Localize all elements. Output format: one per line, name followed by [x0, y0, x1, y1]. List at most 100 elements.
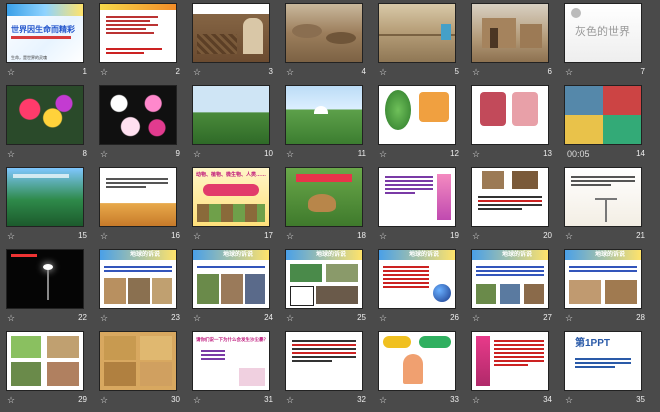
slide-number: 2 [175, 67, 180, 76]
slide-thumbnail-29[interactable]: ☆ 29 [4, 330, 98, 412]
slide-preview [379, 86, 455, 144]
star-icon[interactable]: ☆ [565, 66, 573, 78]
star-icon[interactable]: ☆ [472, 312, 480, 324]
star-icon[interactable]: ☆ [565, 230, 573, 242]
slide-thumbnail-17[interactable]: 动物、植物、微生物、人类…… ☆ 17 [190, 166, 284, 248]
slide-thumbnail-32[interactable]: ☆ 32 [283, 330, 377, 412]
star-icon[interactable]: ☆ [193, 230, 201, 242]
slide-number: 7 [640, 67, 645, 76]
star-icon[interactable]: ☆ [472, 148, 480, 160]
slide-number: 9 [175, 149, 180, 158]
slide-thumbnail-20[interactable]: ☆ 20 [469, 166, 563, 248]
star-icon[interactable]: ☆ [565, 394, 573, 406]
slide-thumbnail-24[interactable]: 地球的诉说 ☆ 24 [190, 248, 284, 330]
slide-thumbnail-8[interactable]: ☆ 8 [4, 84, 98, 166]
slide-thumbnail-7[interactable]: 灰色的世界 ☆ 7 [562, 2, 656, 84]
slide-thumbnail-11[interactable]: ☆ 11 [283, 84, 377, 166]
slide-meta: ☆ 20 [472, 230, 552, 242]
star-icon[interactable]: ☆ [379, 230, 387, 242]
star-icon[interactable]: ☆ [286, 394, 294, 406]
slide-number: 27 [543, 313, 552, 322]
slide-thumbnail-5[interactable]: ☆ 5 [376, 2, 470, 84]
slide-thumbnail-13[interactable]: ☆ 13 [469, 84, 563, 166]
star-icon[interactable]: ☆ [472, 230, 480, 242]
slide-thumbnail-21[interactable]: ☆ 21 [562, 166, 656, 248]
slide-meta: ☆ 29 [7, 394, 87, 406]
star-icon[interactable]: ☆ [193, 66, 201, 78]
slide-thumbnail-30[interactable]: ☆ 30 [97, 330, 191, 412]
slide-sorter-grid: 世界因生命而精彩 生命，是世界的灵魂 ☆ 1 ☆ 2 ☆ 3 ☆ 4 ☆ 5 ☆… [0, 0, 660, 410]
slide-preview [286, 168, 362, 226]
star-icon[interactable]: ☆ [286, 148, 294, 160]
star-icon[interactable]: ☆ [379, 66, 387, 78]
slide-preview: 地球的诉说 [472, 250, 548, 308]
slide-thumbnail-26[interactable]: 地球的诉说 ☆ 26 [376, 248, 470, 330]
star-icon[interactable]: ☆ [100, 312, 108, 324]
slide-number: 8 [82, 149, 87, 158]
star-icon[interactable]: ☆ [100, 66, 108, 78]
slide-thumbnail-27[interactable]: 地球的诉说 ☆ 27 [469, 248, 563, 330]
slide-thumbnail-23[interactable]: 地球的诉说 ☆ 23 [97, 248, 191, 330]
slide-preview [565, 168, 641, 226]
star-icon[interactable]: ☆ [379, 148, 387, 160]
slide-meta: ☆ 28 [565, 312, 645, 324]
star-icon[interactable]: ☆ [193, 148, 201, 160]
slide-thumbnail-16[interactable]: ☆ 16 [97, 166, 191, 248]
slide-meta: ☆ 34 [472, 394, 552, 406]
slide-thumbnail-3[interactable]: ☆ 3 [190, 2, 284, 84]
slide-meta: ☆ 2 [100, 66, 180, 78]
slide-title: 地球的诉说 [502, 252, 533, 258]
slide-meta: ☆ 7 [565, 66, 645, 78]
slide-thumbnail-6[interactable]: ☆ 6 [469, 2, 563, 84]
star-icon[interactable]: ☆ [472, 66, 480, 78]
star-icon[interactable]: ☆ [193, 394, 201, 406]
slide-thumbnail-9[interactable]: ☆ 9 [97, 84, 191, 166]
star-icon[interactable]: ☆ [100, 230, 108, 242]
slide-thumbnail-10[interactable]: ☆ 10 [190, 84, 284, 166]
slide-meta: ☆ 18 [286, 230, 366, 242]
slide-number: 13 [543, 149, 552, 158]
slide-thumbnail-19[interactable]: ☆ 19 [376, 166, 470, 248]
slide-number: 16 [171, 231, 180, 240]
slide-preview [7, 86, 83, 144]
slide-number: 10 [264, 149, 273, 158]
slide-subtitle: 生命，是世界的灵魂 [11, 55, 47, 60]
star-icon[interactable]: ☆ [7, 148, 15, 160]
slide-number: 5 [454, 67, 459, 76]
slide-number: 20 [543, 231, 552, 240]
star-icon[interactable]: ☆ [7, 394, 15, 406]
star-icon[interactable]: ☆ [100, 148, 108, 160]
slide-title: 地球的诉说 [130, 252, 161, 258]
slide-number: 19 [450, 231, 459, 240]
slide-thumbnail-34[interactable]: ☆ 34 [469, 330, 563, 412]
slide-thumbnail-25[interactable]: 地球的诉说 ☆ 25 [283, 248, 377, 330]
star-icon[interactable]: ☆ [379, 394, 387, 406]
slide-thumbnail-31[interactable]: 请你们说一下为什么会发生沙尘暴？ ☆ 31 [190, 330, 284, 412]
star-icon[interactable]: ☆ [100, 394, 108, 406]
star-icon[interactable]: ☆ [193, 312, 201, 324]
slide-thumbnail-18[interactable]: ☆ 18 [283, 166, 377, 248]
star-icon[interactable]: ☆ [286, 66, 294, 78]
star-icon[interactable]: ☆ [286, 230, 294, 242]
slide-thumbnail-4[interactable]: ☆ 4 [283, 2, 377, 84]
slide-thumbnail-28[interactable]: 地球的诉说 ☆ 28 [562, 248, 656, 330]
slide-thumbnail-15[interactable]: ☆ 15 [4, 166, 98, 248]
star-icon[interactable]: ☆ [379, 312, 387, 324]
slide-thumbnail-22[interactable]: ☆ 22 [4, 248, 98, 330]
slide-thumbnail-1[interactable]: 世界因生命而精彩 生命，是世界的灵魂 ☆ 1 [4, 2, 98, 84]
star-icon[interactable]: ☆ [7, 230, 15, 242]
star-icon[interactable]: ☆ [565, 312, 573, 324]
star-icon[interactable]: ☆ [7, 66, 15, 78]
slide-preview [472, 332, 548, 390]
star-icon[interactable]: ☆ [472, 394, 480, 406]
star-icon[interactable]: ☆ [286, 312, 294, 324]
slide-meta: ☆ 30 [100, 394, 180, 406]
slide-meta: ☆ 11 [286, 148, 366, 160]
slide-thumbnail-33[interactable]: ☆ 33 [376, 330, 470, 412]
slide-thumbnail-35[interactable]: 第1PPT ☆ 35 [562, 330, 656, 412]
slide-thumbnail-12[interactable]: ☆ 12 [376, 84, 470, 166]
slide-meta: ☆ 24 [193, 312, 273, 324]
star-icon[interactable]: ☆ [7, 312, 15, 324]
slide-thumbnail-2[interactable]: ☆ 2 [97, 2, 191, 84]
slide-thumbnail-14[interactable]: 00:05 14 [562, 84, 656, 166]
